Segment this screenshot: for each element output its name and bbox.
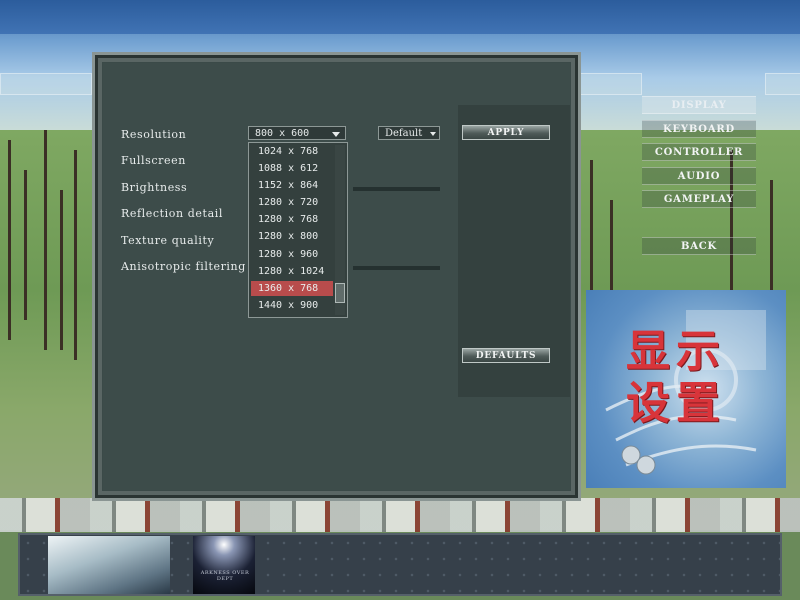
resolution-option[interactable]: 1024 x 768	[251, 144, 333, 159]
resolution-dropdown-list: 1024 x 768 1088 x 612 1152 x 864 1280 x …	[248, 142, 348, 318]
resolution-option-selected[interactable]: 1360 x 768	[251, 281, 333, 296]
resolution-option[interactable]: 1280 x 1024	[251, 264, 333, 279]
settings-panel: Resolution Fullscreen Brightness Reflect…	[103, 63, 570, 490]
top-banner	[0, 0, 800, 34]
resolution-option[interactable]: 1152 x 864	[251, 178, 333, 193]
resolution-option[interactable]: 1440 x 900	[251, 298, 333, 313]
anisotropic-filtering-label: Anisotropic filtering	[121, 260, 246, 273]
texture-quality-label: Texture quality	[121, 234, 215, 247]
resolution-option[interactable]: 1280 x 960	[251, 247, 333, 262]
picture-title-line1: 显示	[626, 326, 726, 377]
road-strip	[0, 498, 800, 532]
thumbnail-caption: ARKNESS OVER DEPT	[200, 570, 250, 582]
resolution-option[interactable]: 1280 x 800	[251, 229, 333, 244]
resolution-option[interactable]: 1280 x 720	[251, 195, 333, 210]
menu-audio[interactable]: AUDIO	[642, 167, 756, 185]
dropdown-scrollbar-thumb[interactable]	[335, 283, 345, 303]
resolution-option[interactable]: 1088 x 612	[251, 161, 333, 176]
apply-button[interactable]: APPLY	[462, 125, 550, 140]
reflection-detail-label: Reflection detail	[121, 207, 223, 220]
resolution-select[interactable]: 800 x 600	[248, 126, 346, 140]
trees-left	[0, 110, 90, 370]
menu-keyboard[interactable]: KEYBOARD	[642, 120, 756, 138]
brightness-slider[interactable]	[353, 187, 440, 191]
decor-strip-right-2	[765, 73, 800, 95]
fullscreen-label: Fullscreen	[121, 154, 186, 167]
menu-gameplay[interactable]: GAMEPLAY	[642, 190, 756, 208]
chevron-down-icon	[332, 132, 340, 137]
decor-strip-right-1	[580, 73, 642, 95]
resolution-option[interactable]: 1280 x 768	[251, 212, 333, 227]
level-thumbnail-1[interactable]	[48, 536, 170, 594]
brightness-label: Brightness	[121, 181, 188, 194]
anisotropic-slider[interactable]	[353, 266, 440, 270]
aspect-select[interactable]: Default	[378, 126, 440, 140]
aspect-value: Default	[385, 128, 423, 139]
display-settings-window: Resolution Fullscreen Brightness Reflect…	[92, 52, 581, 501]
menu-controller[interactable]: CONTROLLER	[642, 143, 756, 161]
defaults-button[interactable]: DEFAULTS	[462, 348, 550, 363]
display-settings-picture: 显示 设置	[586, 290, 786, 488]
menu-display[interactable]: DISPLAY	[642, 96, 756, 114]
resolution-label: Resolution	[121, 128, 187, 141]
resolution-value: 800 x 600	[255, 128, 310, 139]
picture-title-line2: 设置	[626, 378, 726, 429]
menu-back[interactable]: BACK	[642, 237, 756, 255]
chevron-down-icon	[430, 132, 436, 136]
level-thumbnail-2[interactable]: ARKNESS OVER DEPT	[193, 536, 255, 594]
decor-strip-left	[0, 73, 92, 95]
